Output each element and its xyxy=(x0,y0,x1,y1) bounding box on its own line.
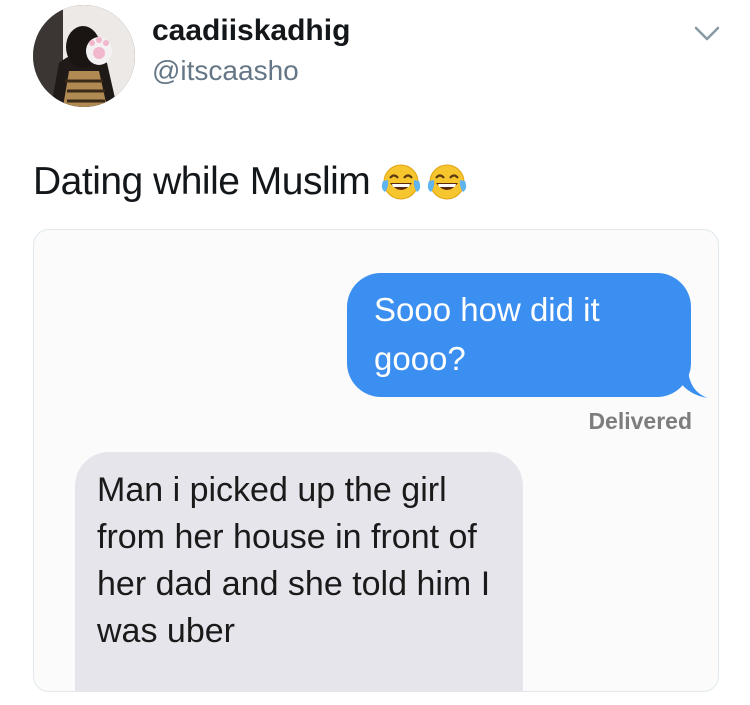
avatar[interactable] xyxy=(33,5,135,107)
face-with-tears-of-joy-icon xyxy=(382,164,421,200)
tweet-media-image[interactable]: Sooo how did it gooo? Delivered Man i pi… xyxy=(33,229,719,692)
display-name[interactable]: caadiiskadhig xyxy=(152,14,350,48)
user-handle[interactable]: @itscaasho xyxy=(152,55,299,87)
outgoing-message-text: Sooo how did it gooo? xyxy=(374,291,600,377)
bubble-tail xyxy=(674,370,708,398)
emoji-group xyxy=(380,161,468,203)
incoming-message-bubble: Man i picked up the girl from her house … xyxy=(75,452,523,691)
face-with-tears-of-joy-icon xyxy=(428,164,467,200)
avatar-image xyxy=(33,5,135,107)
tweet-body: Dating while Muslim xyxy=(33,160,371,203)
tweet-text: Dating while Muslim xyxy=(33,160,468,204)
outgoing-message-bubble: Sooo how did it gooo? xyxy=(347,273,691,397)
incoming-message-text: Man i picked up the girl from her house … xyxy=(97,471,491,650)
chevron-down-icon[interactable] xyxy=(693,24,721,44)
delivered-status: Delivered xyxy=(588,408,692,434)
